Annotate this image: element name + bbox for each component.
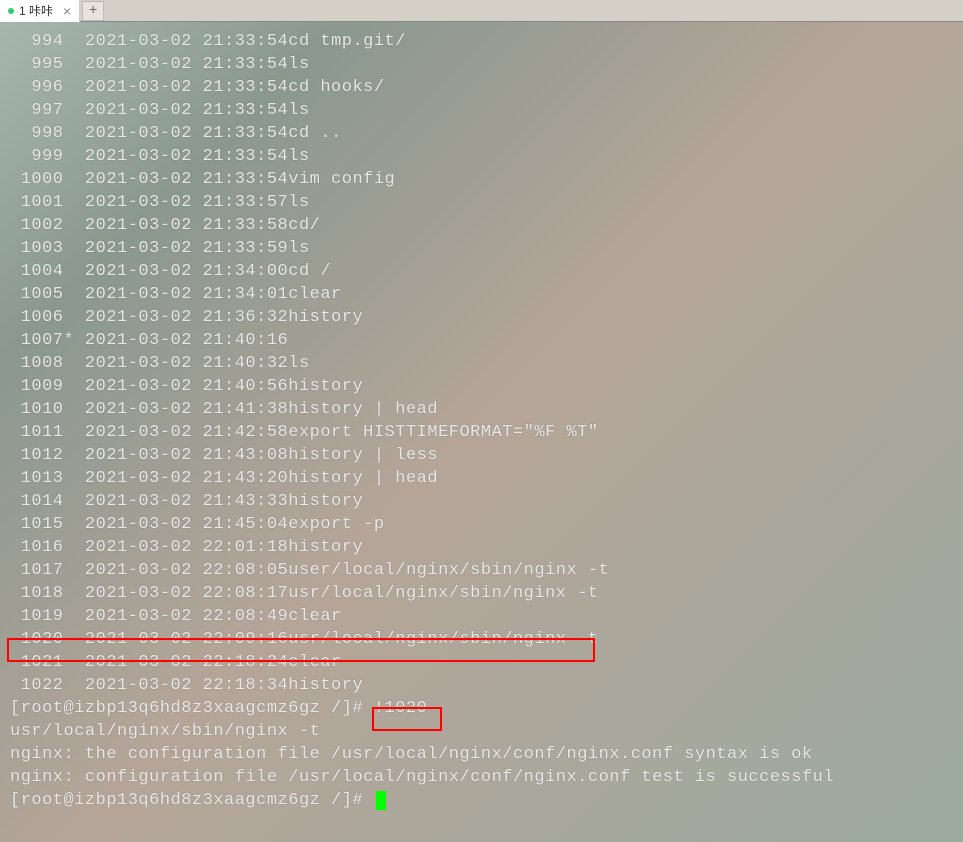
history-line: 1016 2021-03-02 22:01:18history xyxy=(10,536,953,559)
status-dot-icon xyxy=(8,8,14,14)
history-line: 1014 2021-03-02 21:43:33history xyxy=(10,490,953,513)
history-line: 995 2021-03-02 21:33:54ls xyxy=(10,53,953,76)
output-line: nginx: configuration file /usr/local/ngi… xyxy=(10,766,953,789)
history-line: 994 2021-03-02 21:33:54cd tmp.git/ xyxy=(10,30,953,53)
history-line: 1022 2021-03-02 22:18:34history xyxy=(10,674,953,697)
output-line: nginx: the configuration file /usr/local… xyxy=(10,743,953,766)
history-line: 1021 2021-03-02 22:18:24clear xyxy=(10,651,953,674)
history-line: 1009 2021-03-02 21:40:56history xyxy=(10,375,953,398)
history-line: 1005 2021-03-02 21:34:01clear xyxy=(10,283,953,306)
history-line: 1001 2021-03-02 21:33:57ls xyxy=(10,191,953,214)
history-line: 1012 2021-03-02 21:43:08history | less xyxy=(10,444,953,467)
output-line: usr/local/nginx/sbin/nginx -t xyxy=(10,720,953,743)
plus-icon: + xyxy=(89,3,97,19)
history-line: 1013 2021-03-02 21:43:20history | head xyxy=(10,467,953,490)
history-line: 1000 2021-03-02 21:33:54vim config xyxy=(10,168,953,191)
history-line: 1018 2021-03-02 22:08:17usr/local/nginx/… xyxy=(10,582,953,605)
history-line: 996 2021-03-02 21:33:54cd hooks/ xyxy=(10,76,953,99)
prompt-line: [root@izbp13q6hd8z3xaagcmz6gz /]# !1020 xyxy=(10,697,953,720)
history-line: 1020 2021-03-02 22:09:16usr/local/nginx/… xyxy=(10,628,953,651)
history-line: 998 2021-03-02 21:33:54cd .. xyxy=(10,122,953,145)
add-tab-button[interactable]: + xyxy=(82,1,104,21)
terminal-output[interactable]: 994 2021-03-02 21:33:54cd tmp.git/ 995 2… xyxy=(0,22,963,820)
history-line: 1019 2021-03-02 22:08:49clear xyxy=(10,605,953,628)
history-line: 1008 2021-03-02 21:40:32ls xyxy=(10,352,953,375)
history-line: 1015 2021-03-02 21:45:04export -p xyxy=(10,513,953,536)
history-line: 999 2021-03-02 21:33:54ls xyxy=(10,145,953,168)
terminal-tab[interactable]: 1 咔咔 × xyxy=(0,0,80,22)
history-line: 1011 2021-03-02 21:42:58export HISTTIMEF… xyxy=(10,421,953,444)
history-line: 1002 2021-03-02 21:33:58cd/ xyxy=(10,214,953,237)
history-line: 1017 2021-03-02 22:08:05user/local/nginx… xyxy=(10,559,953,582)
history-line: 1007* 2021-03-02 21:40:16 xyxy=(10,329,953,352)
history-line: 1006 2021-03-02 21:36:32history xyxy=(10,306,953,329)
tab-bar: 1 咔咔 × + xyxy=(0,0,963,22)
tab-label: 1 咔咔 xyxy=(19,2,53,19)
cursor-icon xyxy=(376,791,386,810)
history-line: 1003 2021-03-02 21:33:59ls xyxy=(10,237,953,260)
history-line: 1004 2021-03-02 21:34:00cd / xyxy=(10,260,953,283)
history-line: 1010 2021-03-02 21:41:38history | head xyxy=(10,398,953,421)
prompt-line: [root@izbp13q6hd8z3xaagcmz6gz /]# xyxy=(10,789,953,812)
close-icon[interactable]: × xyxy=(63,3,71,19)
history-line: 997 2021-03-02 21:33:54ls xyxy=(10,99,953,122)
